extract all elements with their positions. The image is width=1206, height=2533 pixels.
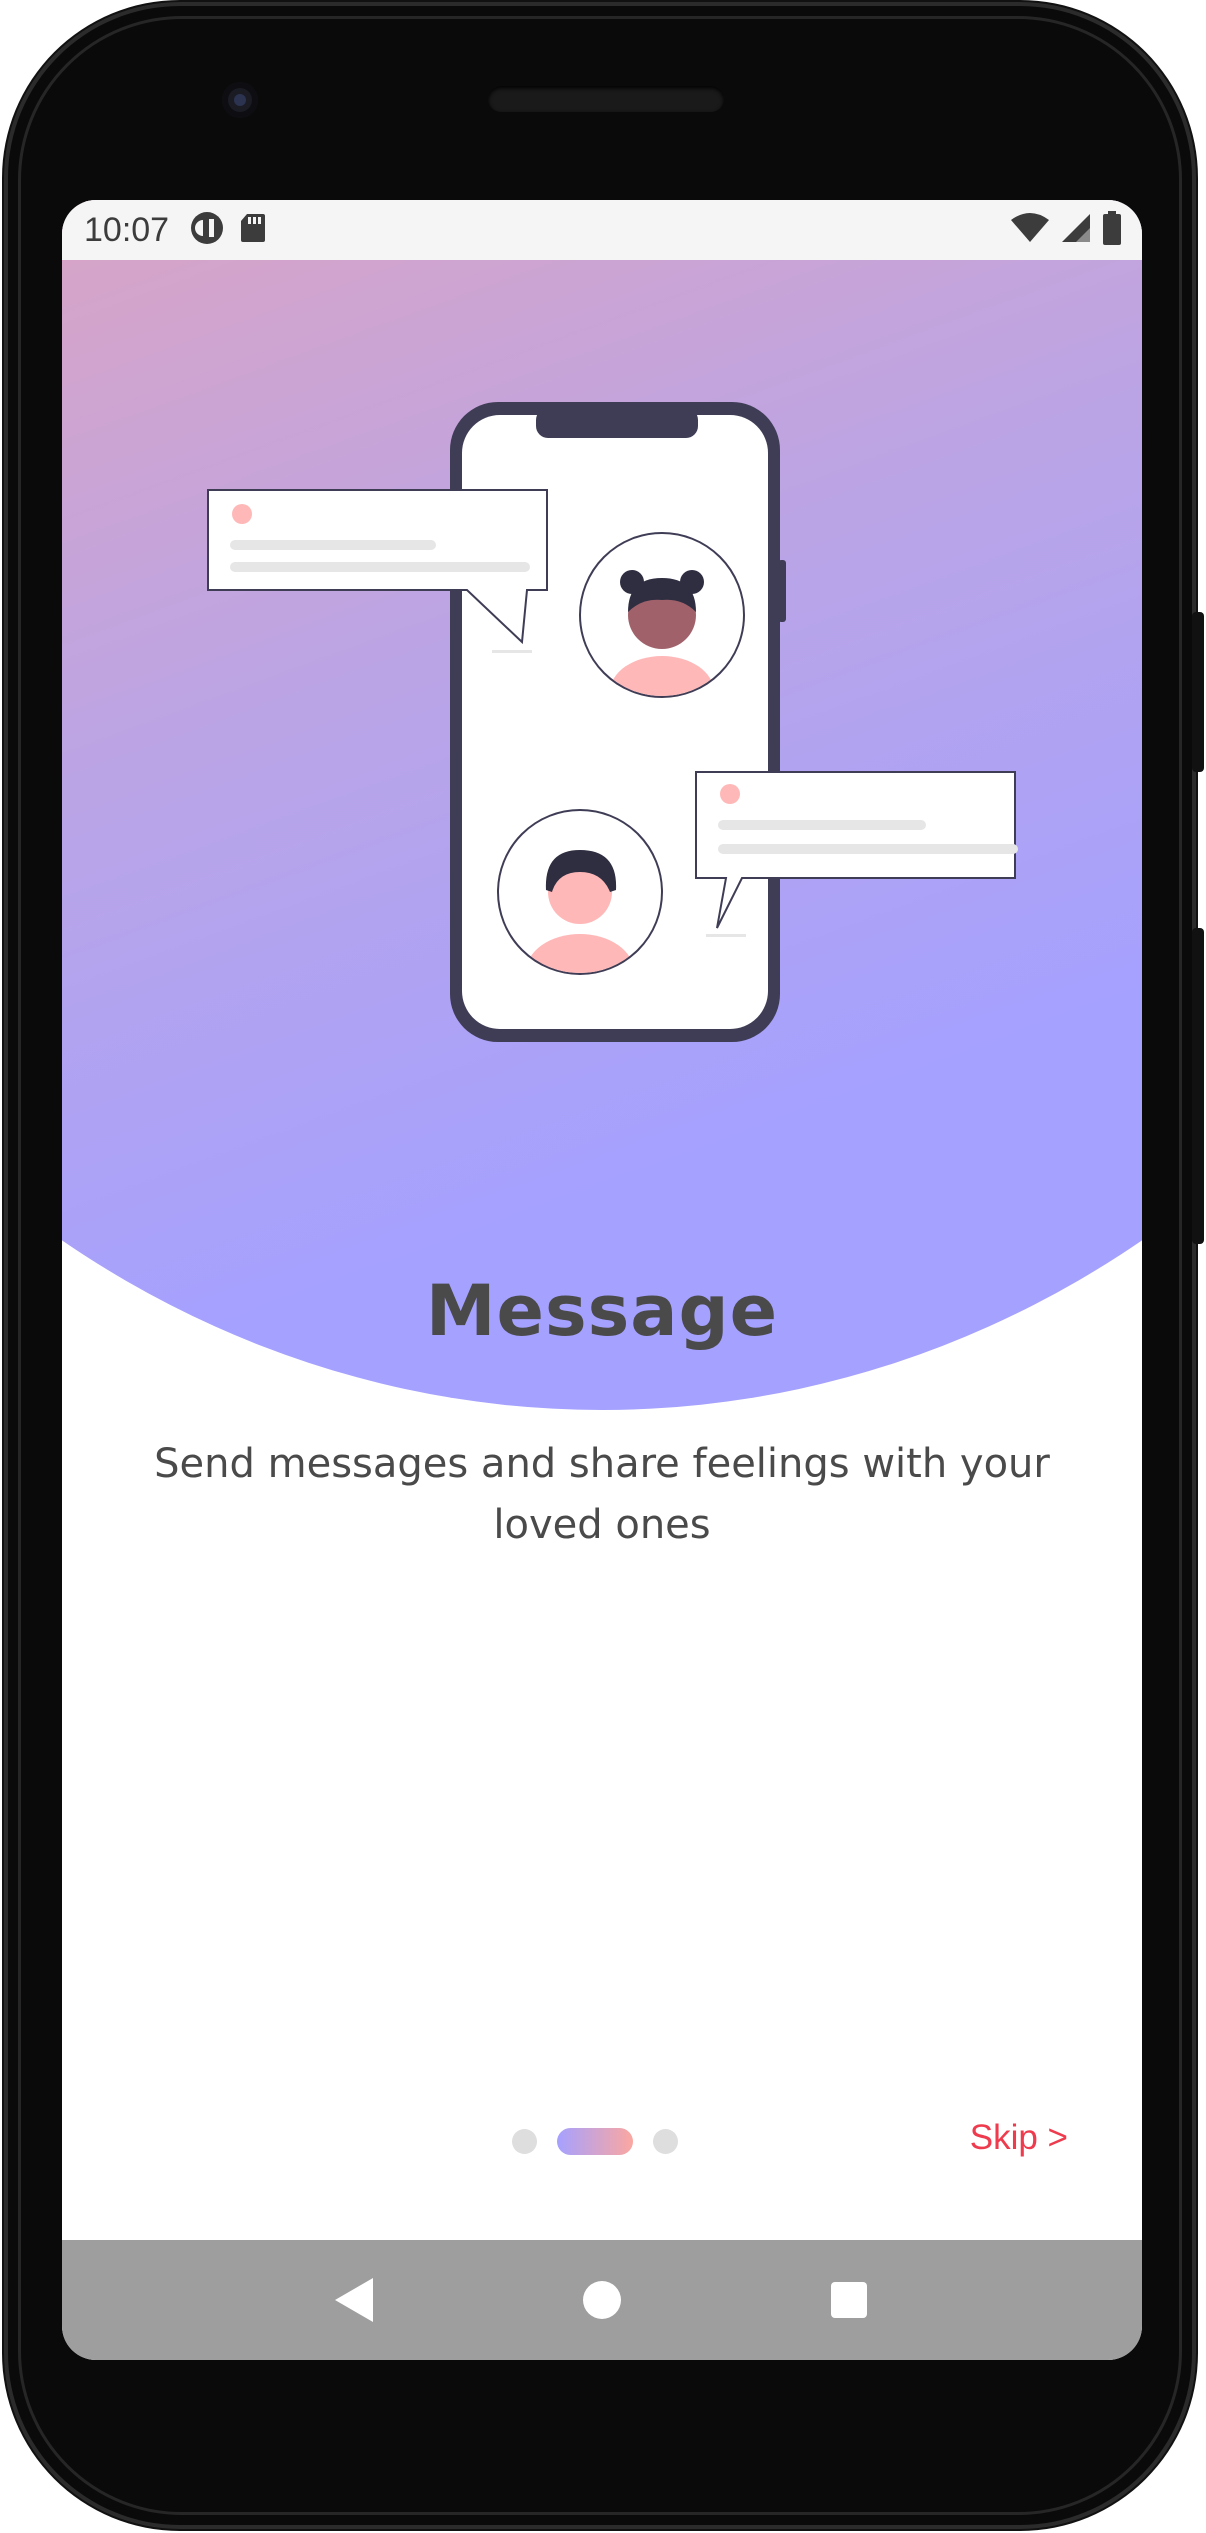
cellular-signal-icon [1060, 212, 1092, 248]
messaging-illustration [207, 402, 1018, 1042]
page-indicator-dot-3[interactable] [653, 2128, 678, 2154]
power-button [1192, 612, 1204, 772]
onboarding-subtitle: Send messages and share feelings with yo… [154, 1441, 1050, 1548]
phone-device-frame: 10:07 Message Send messages and share fe… [4, 2, 1196, 2529]
screen: 10:07 Message Send messages and share fe… [62, 200, 1142, 2360]
page-indicator-dot-2-active[interactable] [557, 2127, 633, 2155]
home-icon[interactable] [572, 2270, 632, 2330]
status-bar: 10:07 [62, 200, 1142, 260]
device-stage: 10:07 Message Send messages and share fe… [0, 0, 1206, 2533]
status-time: 10:07 [84, 210, 170, 249]
volume-button [1192, 928, 1204, 1244]
skip-button[interactable]: Skip > [970, 2118, 1068, 2158]
navigation-bar [62, 2240, 1142, 2360]
illustration-phone-notch [536, 408, 698, 438]
illustration-phone-button [778, 560, 786, 622]
wifi-icon [1010, 212, 1050, 248]
onboarding-title: Message [425, 1270, 779, 1352]
recents-icon[interactable] [819, 2270, 879, 2330]
back-icon[interactable] [325, 2270, 385, 2330]
page-indicator-dot-1[interactable] [512, 2128, 537, 2154]
front-camera-icon [222, 82, 258, 118]
earpiece-speaker [488, 86, 724, 112]
sd-card-icon [239, 212, 267, 248]
battery-icon [1102, 211, 1122, 249]
assistant-icon [189, 210, 225, 250]
page-indicator [512, 2126, 678, 2156]
